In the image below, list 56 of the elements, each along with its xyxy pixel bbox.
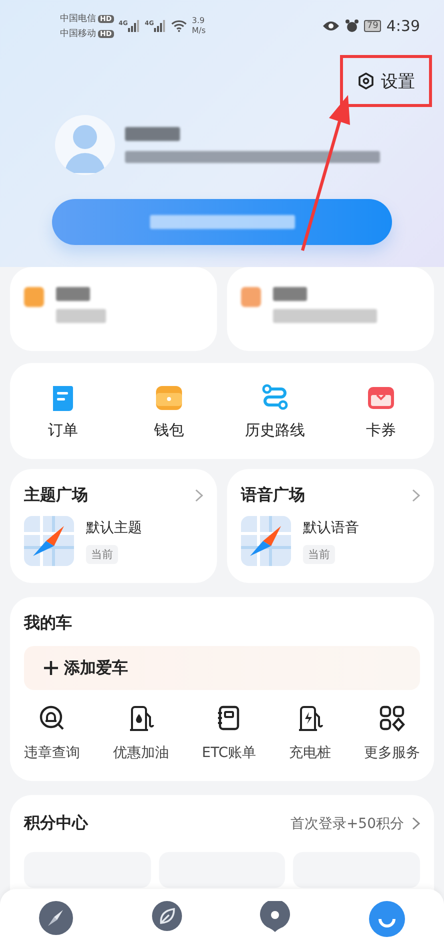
eye-icon	[322, 20, 340, 32]
card-title: 主题广场	[24, 485, 88, 506]
square-card[interactable]: 主题广场 默认主题 当前	[10, 469, 217, 583]
service-item[interactable]: 更多服务	[364, 704, 420, 762]
signal-icon	[154, 20, 166, 32]
member-card[interactable]	[10, 267, 217, 351]
add-car-label: 添加爱车	[64, 658, 128, 678]
alarm-light-search-icon	[38, 704, 66, 732]
carrier-name: 中国移动	[60, 28, 96, 40]
settings-icon	[357, 72, 375, 90]
square-card[interactable]: 语音广场 默认语音 当前	[227, 469, 434, 583]
chevron-icon	[412, 817, 420, 830]
shortcut-item[interactable]: 卡券	[341, 382, 421, 440]
service-item[interactable]: 优惠加油	[112, 704, 169, 762]
current-tag: 当前	[303, 544, 335, 564]
blurred-text	[56, 309, 106, 323]
shortcut-item[interactable]: 历史路线	[235, 382, 315, 440]
add-car-button[interactable]: 添加爱车	[24, 646, 420, 690]
carrier-name: 中国电信	[60, 12, 96, 25]
settings-button[interactable]: 设置	[340, 55, 432, 107]
current-tag: 当前	[86, 544, 118, 564]
compass-icon	[24, 516, 74, 566]
shortcut-item[interactable]: 订单	[23, 382, 103, 440]
card-title: 语音广场	[241, 485, 305, 506]
leaf-tab-icon[interactable]	[152, 901, 182, 931]
charging-pile-icon	[296, 704, 324, 732]
current-item: 默认语音	[303, 518, 359, 536]
service-item[interactable]: 充电桩	[289, 704, 332, 762]
route-icon	[260, 382, 290, 412]
compass-icon	[241, 516, 291, 566]
current-item: 默认主题	[86, 518, 142, 536]
service-item[interactable]: ETC账单	[202, 704, 256, 762]
level-card[interactable]	[227, 267, 434, 351]
chevron-icon	[412, 489, 420, 502]
chevron-icon	[195, 489, 203, 502]
location-tab-icon[interactable]	[260, 901, 290, 933]
badge-icon	[241, 287, 261, 307]
network-speed: 3.9	[192, 16, 206, 26]
compass-tab-icon[interactable]	[39, 901, 74, 935]
grid-icon	[378, 704, 406, 732]
blurred-name	[125, 127, 180, 141]
login-button[interactable]	[52, 199, 392, 245]
clock: 4:39	[386, 17, 420, 35]
plus-icon	[44, 661, 58, 675]
assistant-tab-icon[interactable]	[368, 901, 405, 937]
service-item[interactable]: 违章查询	[24, 704, 80, 762]
points-promo-link[interactable]: 首次登录+50积分	[290, 814, 420, 832]
battery-indicator: 79	[364, 20, 382, 32]
speed-unit: M/s	[192, 26, 206, 36]
section-title: 积分中心	[24, 813, 88, 834]
signal-icon	[128, 20, 140, 32]
shortcut-item[interactable]: 钱包	[129, 382, 209, 440]
blurred-text	[56, 287, 90, 301]
section-title: 我的车	[24, 613, 73, 634]
wifi-icon	[170, 20, 187, 32]
blurred-text	[273, 287, 307, 301]
